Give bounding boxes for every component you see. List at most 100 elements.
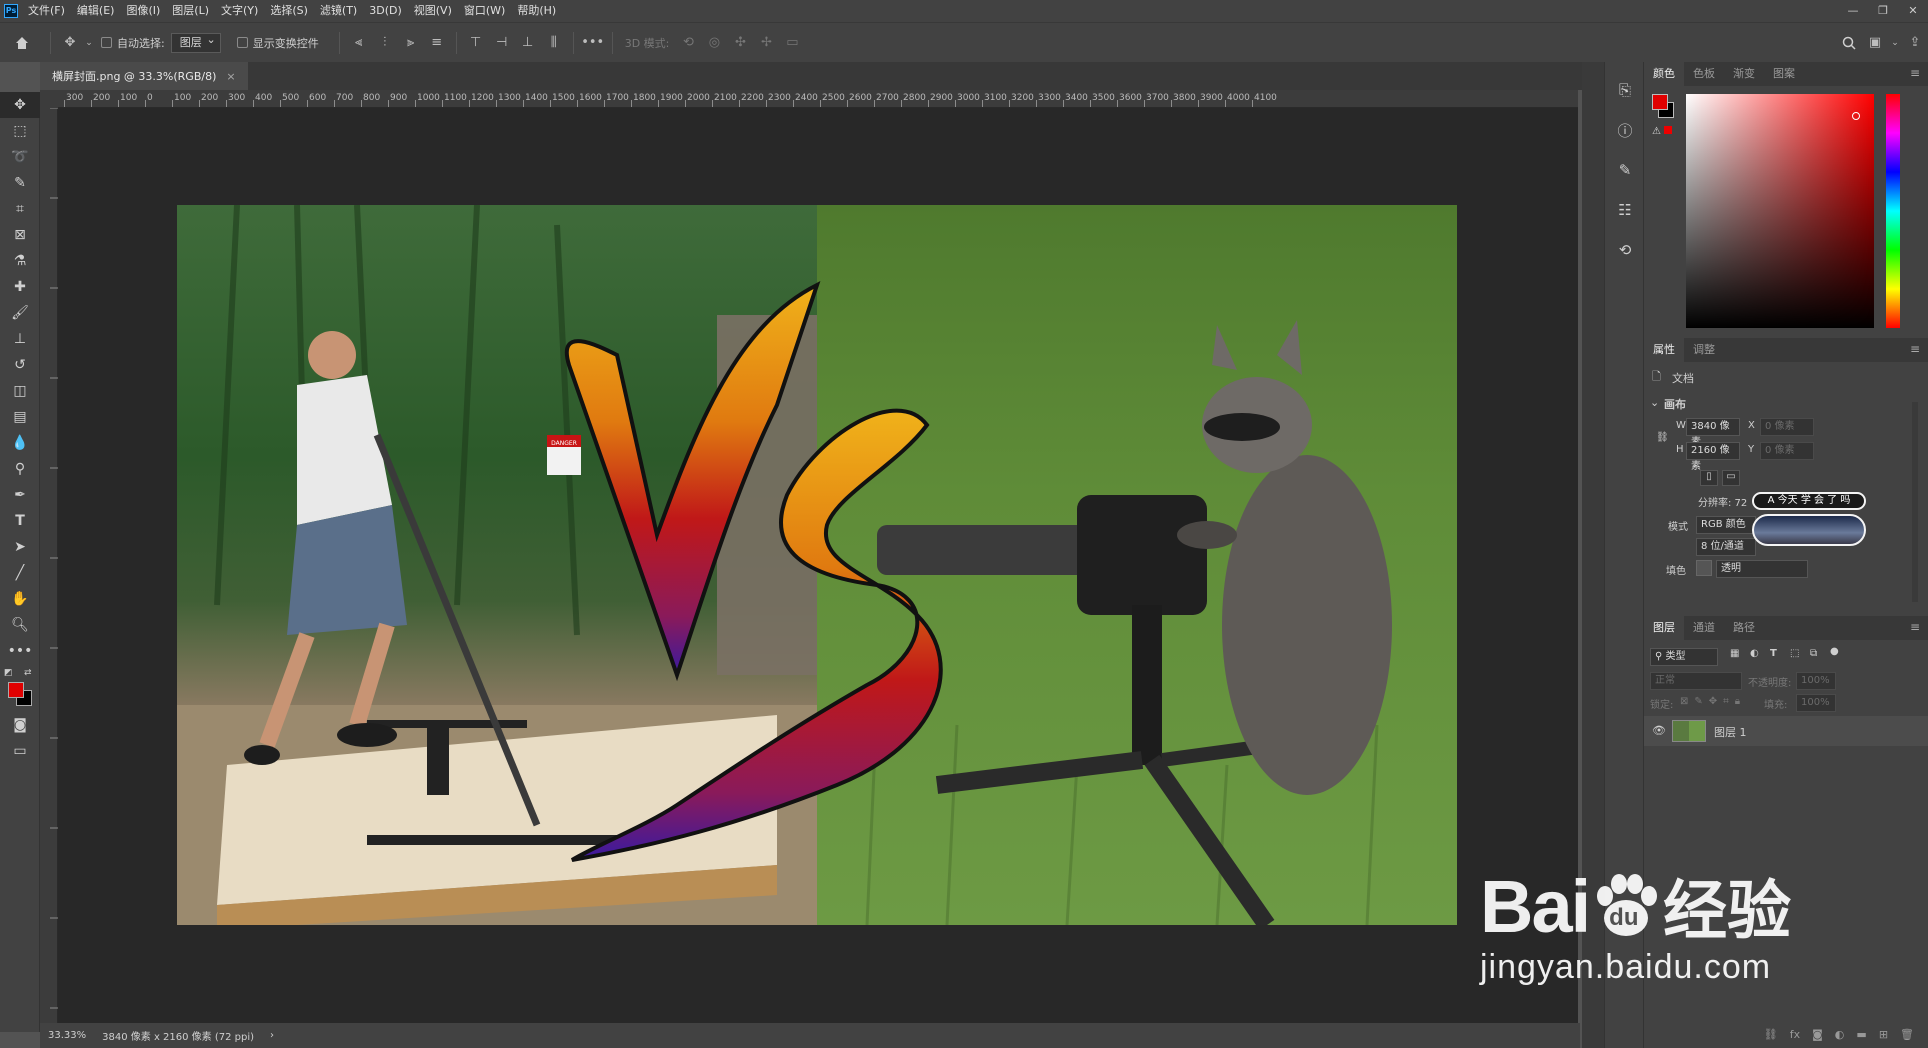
hand-tool-icon[interactable]: ✋ <box>0 586 40 612</box>
landscape-orientation-icon[interactable]: ▭ <box>1722 470 1740 486</box>
tab-patterns[interactable]: 图案 <box>1764 62 1804 86</box>
frame-tool-icon[interactable]: ⊠ <box>0 222 40 248</box>
horizontal-ruler[interactable]: 300 200 100 0 100 200 300 400 500 600 700 800 900 100… <box>58 90 1578 108</box>
marquee-tool-icon[interactable]: ⬚ <box>0 118 40 144</box>
bit-depth-field[interactable]: 8 位/通道 <box>1696 538 1756 556</box>
eyedropper-tool-icon[interactable]: ⚗ <box>0 248 40 274</box>
status-menu-arrow[interactable]: › <box>262 1030 282 1041</box>
workspace-chevron-icon[interactable]: ⌄ <box>1888 23 1902 63</box>
properties-menu-icon[interactable]: ≡ <box>1910 342 1920 356</box>
swap-colors-icon[interactable]: ⇄ <box>24 668 32 678</box>
tab-gradients[interactable]: 渐变 <box>1724 62 1764 86</box>
roll-3d-icon[interactable]: ◎ <box>701 23 727 63</box>
layer-visibility-icon[interactable]: 👁︎ <box>1652 724 1666 737</box>
layer-style-icon[interactable]: fx <box>1790 1028 1800 1041</box>
tab-paths[interactable]: 路径 <box>1724 616 1764 640</box>
menu-item-8[interactable]: 视图(V) <box>408 0 458 22</box>
quick-mask-icon[interactable]: ◙ <box>0 712 40 738</box>
clone-stamp-tool-icon[interactable]: ⊥ <box>0 326 40 352</box>
home-icon[interactable] <box>0 23 44 63</box>
align-bottom-icon[interactable]: ⊥ <box>515 23 541 63</box>
properties-scrollbar[interactable] <box>1912 402 1918 602</box>
edit-toolbar-icon[interactable]: ••• <box>0 638 40 664</box>
auto-select-checkbox[interactable] <box>101 37 112 48</box>
menu-item-6[interactable]: 滤镜(T) <box>314 0 363 22</box>
reset-icon[interactable]: ⟲ <box>1605 230 1645 270</box>
vertical-ruler[interactable] <box>40 107 58 1023</box>
hue-slider[interactable] <box>1886 94 1900 328</box>
brush-tool-icon[interactable]: 🖌 <box>0 300 40 326</box>
menu-item-3[interactable]: 图层(L) <box>166 0 215 22</box>
blend-mode-dropdown[interactable]: 正常 <box>1650 672 1742 690</box>
path-selection-tool-icon[interactable]: ➤ <box>0 534 40 560</box>
tab-swatches[interactable]: 色板 <box>1684 62 1724 86</box>
y-field[interactable]: 0 像素 <box>1760 442 1814 460</box>
menu-item-10[interactable]: 帮助(H) <box>511 0 562 22</box>
blur-tool-icon[interactable]: 💧 <box>0 430 40 456</box>
filter-shape-icon[interactable]: ⬚ <box>1790 648 1799 659</box>
dodge-tool-icon[interactable]: ⚲ <box>0 456 40 482</box>
tab-color[interactable]: 颜色 <box>1644 62 1684 86</box>
width-field[interactable]: 3840 像素 <box>1686 418 1740 448</box>
opacity-field[interactable]: 100% <box>1796 672 1836 690</box>
new-adjustment-icon[interactable]: ◐ <box>1835 1028 1845 1041</box>
document-canvas[interactable]: DANGER <box>177 205 1457 925</box>
color-picker-cursor[interactable] <box>1852 112 1860 120</box>
tab-properties[interactable]: 属性 <box>1644 338 1684 362</box>
new-group-icon[interactable]: ▬ <box>1856 1028 1866 1041</box>
zoom-level[interactable]: 33.33% <box>40 1030 94 1041</box>
close-window-button[interactable]: ✕ <box>1898 0 1928 22</box>
chevron-down-icon[interactable]: ⌄ <box>83 23 95 63</box>
menu-item-2[interactable]: 图像(I) <box>120 0 166 22</box>
history-brush-tool-icon[interactable]: ↺ <box>0 352 40 378</box>
brush-settings-icon[interactable]: ✎ <box>1605 150 1645 190</box>
pan-3d-icon[interactable]: ✣ <box>727 23 753 63</box>
fill-dropdown[interactable]: 透明 <box>1716 560 1808 578</box>
quick-select-tool-icon[interactable]: ✎ <box>0 170 40 196</box>
menu-item-7[interactable]: 3D(D) <box>363 0 408 22</box>
move-tool-preset-icon[interactable]: ✥ <box>57 23 83 63</box>
foreground-color-swatch[interactable] <box>8 682 24 698</box>
ruler-origin[interactable] <box>40 90 58 108</box>
line-tool-icon[interactable]: ╱ <box>0 560 40 586</box>
filter-toggle-icon[interactable]: ● <box>1830 646 1839 657</box>
restore-button[interactable]: ❐ <box>1868 0 1898 22</box>
orbit-3d-icon[interactable]: ⟲ <box>675 23 701 63</box>
delete-layer-icon[interactable]: 🗑︎ <box>1900 1028 1914 1041</box>
menu-item-5[interactable]: 选择(S) <box>264 0 314 22</box>
default-colors-icon[interactable]: ◩ <box>4 668 13 678</box>
layer-name[interactable]: 图层 1 <box>1714 724 1747 740</box>
align-right-icon[interactable]: ⫸ <box>398 23 424 63</box>
distribute-vertical-icon[interactable]: ⫼ <box>541 23 567 63</box>
panel-menu-icon[interactable]: ≡ <box>1910 66 1920 80</box>
fill-opacity-field[interactable]: 100% <box>1796 694 1836 712</box>
layer-row[interactable]: 👁︎ 图层 1 <box>1644 716 1928 746</box>
show-transform-option[interactable]: 显示变换控件 <box>231 23 325 63</box>
minimize-button[interactable]: — <box>1838 0 1868 22</box>
align-middle-icon[interactable]: ⊣ <box>489 23 515 63</box>
mode-field[interactable]: RGB 颜色 <box>1696 516 1756 534</box>
tab-channels[interactable]: 通道 <box>1684 616 1724 640</box>
link-dimensions-icon[interactable]: ⛓ <box>1656 432 1669 443</box>
show-transform-checkbox[interactable] <box>236 37 248 48</box>
canvas-collapse-icon[interactable]: ⌄ <box>1650 396 1659 409</box>
fill-swatch[interactable] <box>1696 560 1712 576</box>
new-layer-icon[interactable]: ⊞ <box>1879 1028 1888 1041</box>
align-left-icon[interactable]: ⫷ <box>346 23 372 63</box>
more-options-icon[interactable]: ••• <box>580 23 606 63</box>
menu-item-9[interactable]: 窗口(W) <box>458 0 511 22</box>
layer-mask-icon[interactable]: ◙ <box>1812 1028 1823 1041</box>
filter-pixel-icon[interactable]: ▦ <box>1730 648 1739 659</box>
gradient-tool-icon[interactable]: ▤ <box>0 404 40 430</box>
pen-tool-icon[interactable]: ✒ <box>0 482 40 508</box>
x-field[interactable]: 0 像素 <box>1760 418 1814 436</box>
workspace-icon[interactable]: ▣ <box>1862 23 1888 63</box>
slide-3d-icon[interactable]: ✢ <box>753 23 779 63</box>
healing-brush-tool-icon[interactable]: ✚ <box>0 274 40 300</box>
gamut-warning-icon[interactable]: ⚠ <box>1652 126 1672 137</box>
info-panel-icon[interactable]: ⓘ <box>1605 110 1645 150</box>
align-center-icon[interactable]: ⫶ <box>372 23 398 63</box>
adjustments-icon[interactable]: ☷ <box>1605 190 1645 230</box>
height-field[interactable]: 2160 像素 <box>1686 442 1740 472</box>
zoom-tool-icon[interactable]: 🔍︎ <box>0 612 40 638</box>
